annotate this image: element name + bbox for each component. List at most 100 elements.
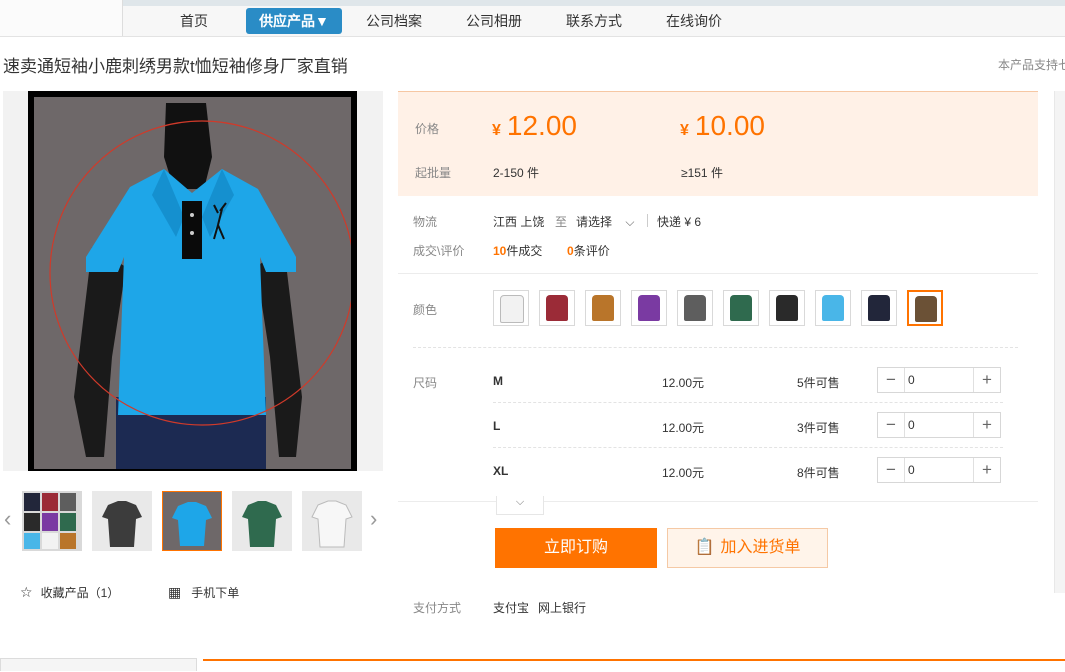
size-label: 尺码 [413, 376, 438, 390]
support-note: 本产品支持七 [998, 58, 1065, 72]
nav-company-profile[interactable]: 公司档案 [358, 9, 430, 33]
size-stock: 5件可售 [797, 376, 840, 390]
tshirt-icon [500, 295, 524, 323]
favorite-label: 收藏产品（1） [40, 586, 120, 600]
mobile-order-link[interactable]: ▦ 手机下单 [168, 584, 239, 601]
main-product-image[interactable] [3, 91, 383, 471]
chevron-down-icon: ⌵ [625, 215, 635, 229]
quantity-input[interactable] [906, 415, 974, 435]
add-to-purchase-list-button[interactable]: 📋 加入进货单 [667, 528, 828, 568]
size-name: XL [493, 464, 509, 478]
thumbnail-5[interactable] [302, 491, 362, 551]
nav-contact[interactable]: 联系方式 [558, 9, 630, 33]
size-stock: 8件可售 [797, 466, 840, 480]
divider [647, 214, 648, 227]
size-price: 12.00元 [662, 421, 705, 435]
quantity-stepper: − + [877, 367, 1001, 393]
multicolor-shirts-thumb [22, 491, 82, 551]
tshirt-icon [638, 295, 660, 321]
payment-label: 支付方式 [413, 601, 462, 615]
chevron-down-icon: ⌵ [515, 496, 525, 508]
tshirt-icon [684, 295, 706, 321]
row-separator [493, 402, 1003, 403]
increment-button[interactable]: + [973, 458, 1000, 482]
nav-company-album[interactable]: 公司相册 [458, 9, 530, 33]
min-order-label: 起批量 [415, 166, 452, 180]
color-swatch[interactable] [861, 290, 897, 326]
nav-left-cap [0, 0, 123, 36]
thumbnail-2[interactable] [92, 491, 152, 551]
color-swatch[interactable] [723, 290, 759, 326]
blue-shirt-thumb [163, 492, 221, 550]
nav-home[interactable]: 首页 [166, 9, 222, 33]
increment-button[interactable]: + [973, 413, 1000, 437]
favorite-product-link[interactable]: ☆ 收藏产品（1） [20, 584, 119, 601]
qr-code-icon: ▦ [168, 584, 182, 600]
size-stock: 3件可售 [797, 421, 840, 435]
color-swatch[interactable] [907, 290, 943, 326]
color-swatch[interactable] [631, 290, 667, 326]
tier-1-price: ¥12.00 [492, 110, 577, 141]
top-nav-bar: 首页 供应产品▼ 公司档案 公司相册 联系方式 在线询价 [0, 0, 1065, 37]
product-title: 速卖通短袖小鹿刺绣男款t恤短袖修身厂家直销 [3, 57, 348, 76]
size-price: 12.00元 [662, 376, 705, 390]
quantity-input[interactable] [906, 370, 974, 390]
tshirt-image [34, 97, 355, 469]
logistics-label: 物流 [413, 215, 438, 229]
decrement-button[interactable]: − [878, 413, 905, 437]
tshirt-icon [915, 296, 937, 322]
decrement-button[interactable]: − [878, 458, 905, 482]
star-icon: ☆ [20, 584, 33, 600]
right-panel-edge [1054, 91, 1065, 593]
thumb-prev-icon[interactable]: ‹ [4, 506, 11, 532]
color-swatch[interactable] [585, 290, 621, 326]
tshirt-icon [546, 295, 568, 321]
row-separator [493, 447, 1003, 448]
express-fee: 快递 ¥ 6 [657, 215, 702, 229]
quantity-stepper: − + [877, 457, 1001, 483]
color-swatch[interactable] [493, 290, 529, 326]
top-strip [0, 0, 1065, 6]
grey-shirt-thumb [92, 491, 152, 551]
white-shirt-thumb [302, 491, 362, 551]
increment-button[interactable]: + [973, 368, 1000, 392]
price-label: 价格 [415, 122, 440, 136]
review-info[interactable]: 0条评价 [567, 242, 610, 259]
green-shirt-thumb [232, 491, 292, 551]
clipboard-icon: 📋 [694, 539, 715, 556]
thumbnail-3[interactable] [162, 491, 222, 551]
ship-from: 江西 上饶 [493, 215, 545, 229]
separator [398, 501, 1038, 502]
to-word: 至 [555, 215, 568, 229]
thumbnail-1[interactable] [22, 491, 82, 551]
bottom-tab[interactable] [0, 658, 197, 671]
thumbnail-4[interactable] [232, 491, 292, 551]
size-name: L [493, 419, 501, 433]
sold-info: 10件成交 [493, 244, 543, 258]
buy-now-button[interactable]: 立即订购 [495, 528, 657, 568]
color-swatch[interactable] [769, 290, 805, 326]
add-to-list-label: 加入进货单 [720, 539, 801, 556]
color-label: 颜色 [413, 303, 438, 317]
nav-inquiry[interactable]: 在线询价 [658, 9, 730, 33]
expand-sizes-button[interactable]: ⌵ [496, 496, 544, 515]
thumb-next-icon[interactable]: › [370, 506, 377, 532]
quantity-input[interactable] [906, 460, 974, 480]
tshirt-icon [868, 295, 890, 321]
payment-method: 网上银行 [538, 601, 587, 615]
color-swatch[interactable] [539, 290, 575, 326]
dashed-separator [413, 347, 1018, 348]
tshirt-icon [730, 295, 752, 321]
mobile-order-label: 手机下单 [191, 586, 240, 600]
destination-select[interactable]: 请选择 ⌵ [576, 213, 634, 230]
payment-method: 支付宝 [493, 601, 530, 615]
color-swatch[interactable] [815, 290, 851, 326]
decrement-button[interactable]: − [878, 368, 905, 392]
destination-value: 请选择 [576, 215, 613, 229]
nav-products[interactable]: 供应产品▼ [246, 8, 342, 34]
color-swatch[interactable] [677, 290, 713, 326]
separator [398, 273, 1038, 274]
tshirt-icon [592, 295, 614, 321]
bottom-accent-line [203, 659, 1065, 672]
tier-2-quantity: ≥151 件 [681, 166, 723, 180]
